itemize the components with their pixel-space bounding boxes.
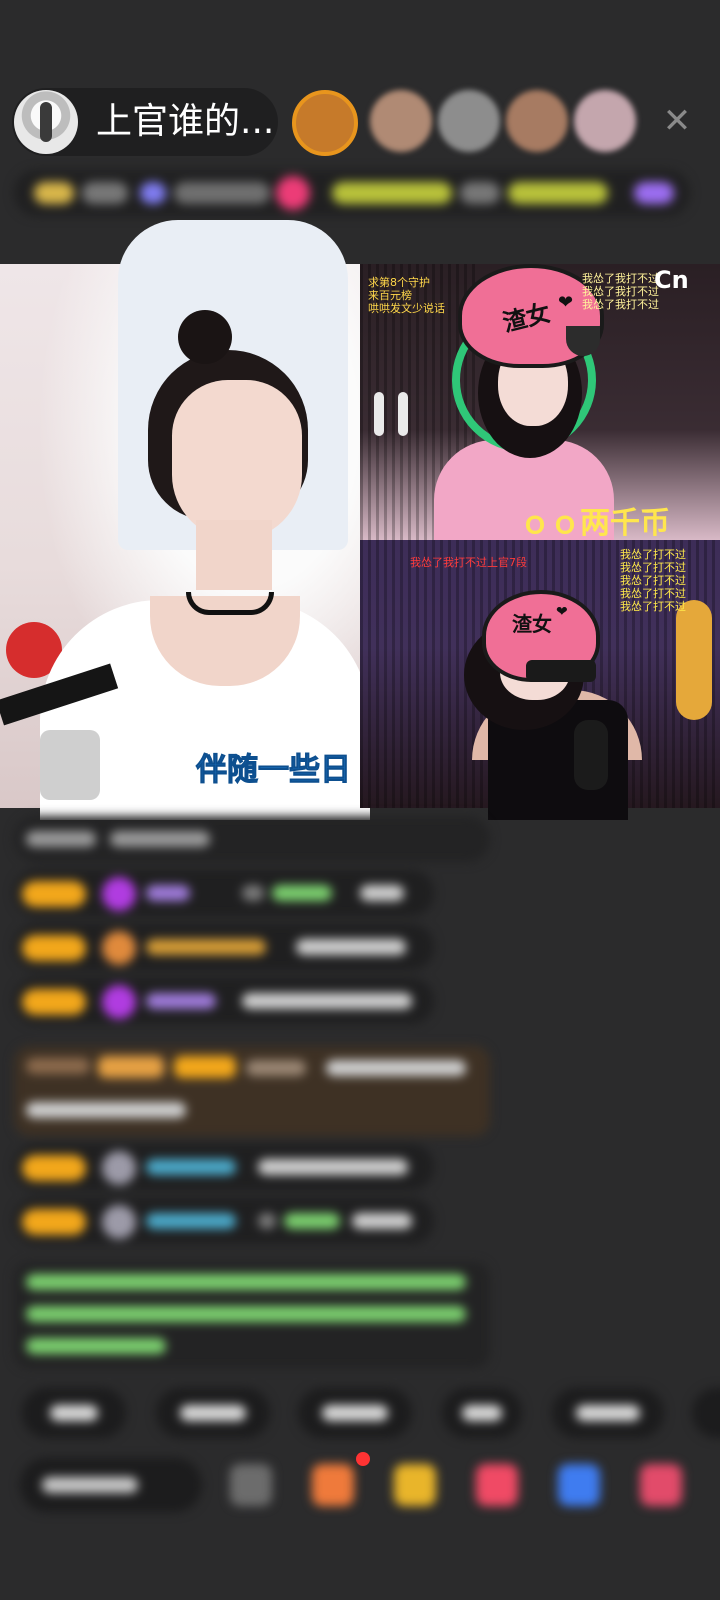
notice-text xyxy=(460,182,500,204)
sticker-helmet: 渣女 ❤ xyxy=(482,590,600,682)
rank-text xyxy=(82,182,128,204)
quick-reply-chip[interactable] xyxy=(298,1388,412,1438)
viewer-avatar[interactable] xyxy=(574,90,636,152)
chat-input[interactable] xyxy=(20,1458,202,1512)
level-badge xyxy=(22,1155,86,1181)
coin-icon xyxy=(140,182,166,204)
host-info-pill[interactable]: 上官谁的... xyxy=(12,88,278,156)
user-avatar xyxy=(102,1151,136,1185)
diamond-icon xyxy=(102,877,136,911)
treasure-icon[interactable] xyxy=(394,1464,436,1506)
chat-message[interactable] xyxy=(14,978,434,1024)
top-video-caption: ｏｏ两千币 xyxy=(520,506,670,541)
emoji-icon[interactable] xyxy=(230,1464,272,1506)
microphone xyxy=(574,720,608,790)
bottom-video-notes: 我怂了打不过 我怂了打不过 我怂了打不过 我怂了打不过 我怂了打不过 xyxy=(620,548,686,613)
choker xyxy=(186,592,274,615)
chat-message[interactable] xyxy=(14,924,434,970)
plus-icon[interactable] xyxy=(276,176,310,210)
quick-reply-chip[interactable] xyxy=(692,1388,720,1438)
top-video-notes: 求第8个守护 来百元榜 哄哄发文少说话 xyxy=(368,276,445,315)
notice-text xyxy=(508,182,608,204)
host-face xyxy=(172,380,302,540)
game-icon[interactable] xyxy=(558,1464,600,1506)
gift-icon[interactable] xyxy=(634,182,674,204)
gift-box-icon[interactable] xyxy=(312,1464,354,1506)
quick-reply-chip[interactable] xyxy=(442,1388,522,1438)
viewer-avatar[interactable] xyxy=(438,90,500,152)
quick-reply-chip[interactable] xyxy=(22,1388,126,1438)
rank-badge xyxy=(34,182,74,204)
lamp-decor xyxy=(676,600,712,720)
quick-reply-chip[interactable] xyxy=(552,1388,664,1438)
viewer-avatar[interactable] xyxy=(292,90,358,156)
user-avatar xyxy=(102,1205,136,1239)
notice-text xyxy=(332,182,452,204)
host-name: 上官谁的... xyxy=(96,101,275,142)
top-video-red-text: 我怂了我打不过 我怂了我打不过 我怂了我打不过 xyxy=(582,272,659,311)
chat-message[interactable] xyxy=(14,816,490,862)
coin-text xyxy=(174,182,270,204)
bottom-video-red-text: 我怂了我打不过上官7段 xyxy=(410,556,527,569)
close-icon[interactable]: ✕ xyxy=(660,104,694,138)
host-avatar[interactable] xyxy=(14,90,78,154)
highlight-message[interactable] xyxy=(14,1046,490,1136)
host-hair-bun xyxy=(178,310,232,364)
level-badge xyxy=(22,989,86,1015)
badge-icon xyxy=(102,931,136,965)
diamond-icon xyxy=(102,985,136,1019)
level-badge xyxy=(22,1209,86,1235)
mic-clamp xyxy=(40,730,100,800)
level-badge xyxy=(22,881,86,907)
main-video-caption: 伴随一些日 xyxy=(196,752,352,789)
host-neck xyxy=(196,520,272,590)
chat-message[interactable] xyxy=(14,1144,434,1190)
level-badge xyxy=(22,935,86,961)
quick-reply-chip[interactable] xyxy=(156,1388,270,1438)
flamingo-decor xyxy=(374,392,384,436)
flamingo-decor xyxy=(398,392,408,436)
chat-message[interactable] xyxy=(14,1198,434,1244)
chat-message[interactable] xyxy=(14,870,434,916)
system-message xyxy=(14,1262,490,1368)
heart-gift-icon[interactable] xyxy=(476,1464,518,1506)
viewer-avatar[interactable] xyxy=(370,90,432,152)
viewer-avatar[interactable] xyxy=(506,90,568,152)
cn-badge: Cn xyxy=(654,266,689,294)
present-icon[interactable] xyxy=(640,1464,682,1506)
info-strip[interactable] xyxy=(14,170,690,216)
notification-dot xyxy=(356,1452,370,1466)
